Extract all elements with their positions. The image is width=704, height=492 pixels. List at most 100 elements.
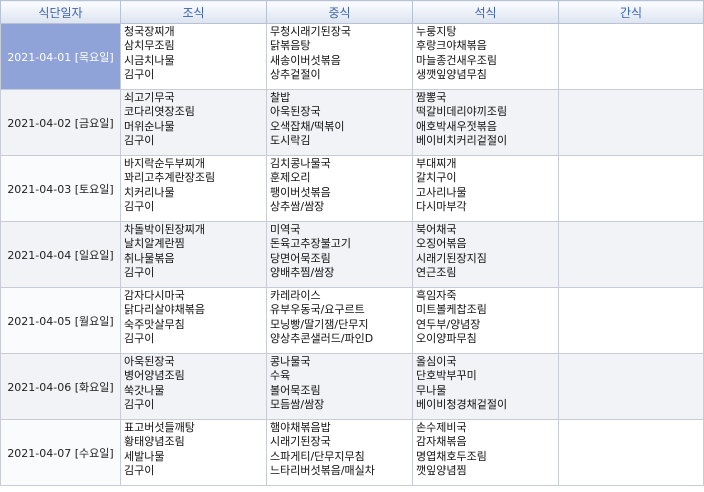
menu-item: 햄야채볶음밥: [270, 421, 331, 434]
menu-item: 볼어묵조림: [270, 383, 321, 397]
date-cell[interactable]: 2021-04-06 [화요일]: [0, 353, 121, 420]
lunch-cell[interactable]: 찰밥 아욱된장국 오색잡채/떡볶이 도시락김: [266, 89, 413, 156]
dinner-cell[interactable]: 누룽지탕 후랑크야채볶음 마늘종건새우조림 생깻잎양념무침: [412, 23, 559, 90]
menu-item: 팽이버섯볶음: [270, 185, 331, 199]
dinner-cell[interactable]: 북어채국 오징어볶음 시래기된장지짐 연근조림: [412, 221, 559, 288]
table-row[interactable]: 2021-04-05 [월요일] 감자다시마국 닭다리살야채볶음 숙주맛살무침 김구이 카…: [0, 287, 704, 354]
lunch-cell[interactable]: 김치콩나물국 훈제오리 팽이버섯볶음 상추쌈/쌈장: [266, 155, 413, 222]
lunch-cell[interactable]: 무청시래기된장국 닭볶음탕 새송이버섯볶음 상추겉절이: [266, 23, 413, 90]
breakfast-menu-list: 아욱된장국 병어양념조림 쑥갓나물 김구이: [121, 354, 266, 413]
table-row[interactable]: 2021-04-03 [토요일] 바지락순두부찌개 꽈리고추계란장조림 치커리나물 김구…: [0, 155, 704, 222]
dinner-menu-list: 손수제비국 감자채볶음 명엽채호두조림 깻잎양념찜: [413, 420, 558, 479]
snack-cell[interactable]: [558, 89, 704, 156]
dinner-menu-list: 북어채국 오징어볶음 시래기된장지짐 연근조림: [413, 222, 558, 281]
menu-item: 단호박부꾸미: [416, 369, 477, 383]
menu-item: 후랑크야채볶음: [416, 39, 487, 53]
menu-item: 김구이: [124, 68, 155, 82]
menu-item: 스파게티/단무지무침: [270, 449, 365, 463]
menu-item: 흑임자죽: [416, 289, 457, 302]
header-dinner[interactable]: 석식: [412, 0, 559, 24]
dinner-cell[interactable]: 손수제비국 감자채볶음 명엽채호두조림 깻잎양념찜: [412, 419, 559, 486]
dinner-menu-list: 부대찌개 갈치구이 고사리나물 다시마부각: [413, 156, 558, 215]
date-cell[interactable]: 2021-04-07 [수요일]: [0, 419, 121, 486]
date-cell[interactable]: 2021-04-05 [월요일]: [0, 287, 121, 354]
menu-item: 훈제오리: [270, 171, 311, 185]
breakfast-cell[interactable]: 감자다시마국 닭다리살야채볶음 숙주맛살무침 김구이: [120, 287, 267, 354]
menu-item: 무청시래기된장국: [270, 25, 351, 38]
menu-item: 당면어묵조림: [270, 251, 331, 265]
table-row[interactable]: 2021-04-06 [화요일] 아욱된장국 병어양념조림 쑥갓나물 김구이 콩나물국 수육…: [0, 353, 704, 420]
menu-item: 김구이: [124, 200, 155, 214]
table-row[interactable]: 2021-04-02 [금요일] 쇠고기무국 코다리엿장조림 머위순나물 김구이 찰밥 아욱…: [0, 89, 704, 156]
breakfast-menu-list: 차돌박이된장찌개 날치알계란찜 취나물볶음 김구이: [121, 222, 266, 281]
header-lunch[interactable]: 중식: [266, 0, 413, 24]
date-cell[interactable]: 2021-04-01 [목요일]: [0, 23, 121, 90]
menu-item: 연두부/양념장: [416, 317, 481, 331]
date-cell[interactable]: 2021-04-04 [일요일]: [0, 221, 121, 288]
menu-item: 미역국: [270, 223, 301, 236]
menu-item: 김구이: [124, 134, 155, 148]
menu-item: 쇠고기무국: [124, 91, 175, 104]
menu-item: 감자다시마국: [124, 289, 185, 302]
snack-cell[interactable]: [558, 155, 704, 222]
breakfast-cell[interactable]: 쇠고기무국 코다리엿장조림 머위순나물 김구이: [120, 89, 267, 156]
menu-item: 모닝빵/딸기잼/단무지: [270, 317, 369, 331]
lunch-cell[interactable]: 미역국 돈육고추장불고기 당면어묵조림 양배추찜/쌈장: [266, 221, 413, 288]
menu-item: 오색잡채/떡볶이: [270, 119, 345, 133]
menu-item: 부대찌개: [416, 157, 457, 170]
menu-item: 연근조림: [416, 266, 457, 280]
menu-item: 시금치나물: [124, 53, 175, 67]
snack-cell[interactable]: [558, 221, 704, 288]
table-row[interactable]: 2021-04-07 [수요일] 표고버섯들깨탕 황태양념조림 세발나물 김구이 햄야채볶…: [0, 419, 704, 486]
menu-item: 마늘종건새우조림: [416, 53, 497, 67]
lunch-cell[interactable]: 카레라이스 유부우동국/요구르트 모닝빵/딸기잼/단무지 양상추콘샐러드/파인D: [266, 287, 413, 354]
snack-cell[interactable]: [558, 287, 704, 354]
menu-item: 세발나물: [124, 449, 165, 463]
menu-item: 베이비청경채겉절이: [416, 398, 508, 412]
menu-item: 김구이: [124, 332, 155, 346]
menu-item: 양상추콘샐러드/파인D: [270, 332, 374, 346]
snack-menu-list: [559, 156, 703, 157]
header-breakfast[interactable]: 조식: [120, 0, 267, 24]
snack-cell[interactable]: [558, 23, 704, 90]
dinner-cell[interactable]: 짬뽕국 떡갈비데리야끼조림 애호박새우젓볶음 베이비치커리겉절이: [412, 89, 559, 156]
dinner-cell[interactable]: 올심이국 단호박부꾸미 무나물 베이비청경채겉절이: [412, 353, 559, 420]
menu-item: 양배추찜/쌈장: [270, 266, 335, 280]
header-date[interactable]: 식단일자: [0, 0, 121, 24]
menu-item: 오징어볶음: [416, 237, 467, 251]
breakfast-cell[interactable]: 청국장찌개 삼치무조림 시금치나물 김구이: [120, 23, 267, 90]
breakfast-cell[interactable]: 표고버섯들깨탕 황태양념조림 세발나물 김구이: [120, 419, 267, 486]
menu-item: 바지락순두부찌개: [124, 157, 205, 170]
lunch-cell[interactable]: 햄야채볶음밥 시래기된장국 스파게티/단무지무침 느타리버섯볶음/매실차: [266, 419, 413, 486]
snack-menu-list: [559, 354, 703, 355]
header-snack[interactable]: 간식: [558, 0, 704, 24]
dinner-menu-list: 흑임자죽 미트볼케찹조림 연두부/양념장 오이양파무침: [413, 288, 558, 347]
dinner-menu-list: 누룽지탕 후랑크야채볶음 마늘종건새우조림 생깻잎양념무침: [413, 24, 558, 83]
table-row[interactable]: 2021-04-01 [목요일] 청국장찌개 삼치무조림 시금치나물 김구이 무청시래기된…: [0, 23, 704, 90]
lunch-menu-list: 카레라이스 유부우동국/요구르트 모닝빵/딸기잼/단무지 양상추콘샐러드/파인D: [267, 288, 412, 347]
menu-item: 수육: [270, 369, 291, 383]
menu-item: 돈육고추장불고기: [270, 237, 351, 251]
snack-cell[interactable]: [558, 353, 704, 420]
lunch-cell[interactable]: 콩나물국 수육 볼어묵조림 모듬쌈/쌈장: [266, 353, 413, 420]
table-row[interactable]: 2021-04-04 [일요일] 차돌박이된장찌개 날치알계란찜 취나물볶음 김구이 미역…: [0, 221, 704, 288]
breakfast-cell[interactable]: 차돌박이된장찌개 날치알계란찜 취나물볶음 김구이: [120, 221, 267, 288]
dinner-cell[interactable]: 부대찌개 갈치구이 고사리나물 다시마부각: [412, 155, 559, 222]
menu-item: 유부우동국/요구르트: [270, 303, 365, 317]
date-cell[interactable]: 2021-04-02 [금요일]: [0, 89, 121, 156]
menu-item: 갈치구이: [416, 171, 457, 185]
menu-item: 치커리나물: [124, 185, 175, 199]
snack-cell[interactable]: [558, 419, 704, 486]
dinner-cell[interactable]: 흑임자죽 미트볼케찹조림 연두부/양념장 오이양파무침: [412, 287, 559, 354]
breakfast-cell[interactable]: 바지락순두부찌개 꽈리고추계란장조림 치커리나물 김구이: [120, 155, 267, 222]
breakfast-cell[interactable]: 아욱된장국 병어양념조림 쑥갓나물 김구이: [120, 353, 267, 420]
menu-item: 병어양념조림: [124, 369, 185, 383]
menu-item: 손수제비국: [416, 421, 467, 434]
date-cell[interactable]: 2021-04-03 [토요일]: [0, 155, 121, 222]
menu-item: 미트볼케찹조림: [416, 303, 487, 317]
menu-item: 삼치무조림: [124, 39, 175, 53]
dinner-menu-list: 올심이국 단호박부꾸미 무나물 베이비청경채겉절이: [413, 354, 558, 413]
menu-item: 아욱된장국: [270, 105, 321, 119]
lunch-menu-list: 무청시래기된장국 닭볶음탕 새송이버섯볶음 상추겉절이: [267, 24, 412, 83]
menu-item: 코다리엿장조림: [124, 105, 195, 119]
